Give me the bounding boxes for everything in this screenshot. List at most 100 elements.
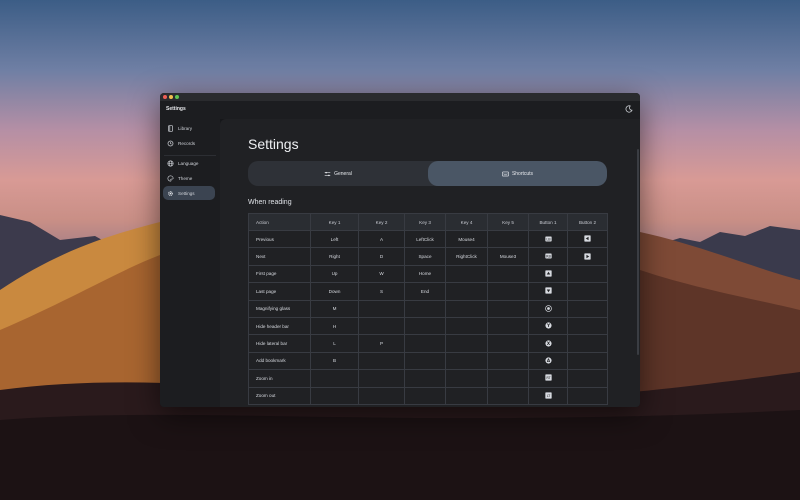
key-binding-cell[interactable]: [358, 351, 405, 371]
key-binding-cell[interactable]: Space: [404, 247, 446, 266]
key-binding-cell[interactable]: Down: [310, 282, 359, 301]
key-binding-cell[interactable]: D: [358, 247, 405, 266]
key-binding-cell[interactable]: [445, 386, 488, 405]
sidebar-item-theme[interactable]: Theme: [163, 171, 215, 185]
button-binding-cell[interactable]: [528, 299, 568, 318]
key-binding-cell[interactable]: [445, 299, 488, 318]
button-binding-cell[interactable]: [567, 229, 608, 249]
sidebar-item-settings[interactable]: Settings: [163, 186, 215, 200]
sidebar-item-records[interactable]: Records: [163, 136, 215, 150]
table-row: Magnifying glass M: [248, 299, 608, 318]
key-binding-cell[interactable]: Mouse3: [487, 247, 529, 266]
button-binding-cell[interactable]: [567, 334, 608, 353]
key-binding-cell[interactable]: [404, 369, 446, 388]
close-window-button[interactable]: [163, 95, 167, 99]
history-icon: [167, 140, 174, 147]
key-binding-cell[interactable]: W: [358, 264, 405, 284]
key-binding-cell[interactable]: [404, 351, 446, 371]
sidebar-item-label: Language: [178, 160, 199, 166]
key-binding-cell[interactable]: [310, 369, 359, 388]
button-binding-cell[interactable]: [528, 282, 568, 301]
key-binding-cell[interactable]: [487, 334, 529, 353]
shortcuts-table: Action Key 1 Key 2 Key 3 Key 4 Key 5 But…: [248, 213, 608, 405]
key-binding-cell[interactable]: L: [310, 334, 359, 353]
button-binding-cell[interactable]: [567, 351, 608, 371]
key-binding-cell[interactable]: M: [310, 299, 359, 318]
scrollbar[interactable]: [637, 149, 639, 355]
column-header: Key 2: [358, 213, 405, 231]
tab-shortcuts[interactable]: Shortcuts: [428, 161, 607, 186]
key-binding-cell[interactable]: [487, 299, 529, 318]
button-binding-cell[interactable]: [567, 247, 608, 266]
rb-button-icon: RB: [544, 253, 552, 260]
key-binding-cell[interactable]: Left: [310, 229, 359, 249]
key-binding-cell[interactable]: H: [310, 316, 359, 336]
key-binding-cell[interactable]: [404, 386, 446, 405]
key-binding-cell[interactable]: [487, 264, 529, 284]
key-binding-cell[interactable]: [445, 351, 488, 371]
key-binding-cell[interactable]: [487, 282, 529, 301]
minimize-window-button[interactable]: [169, 95, 173, 99]
action-cell: Next: [248, 247, 311, 266]
y-button-icon: Y: [544, 322, 552, 329]
key-binding-cell[interactable]: [445, 334, 488, 353]
button-binding-cell[interactable]: Y: [528, 316, 568, 336]
button-binding-cell[interactable]: RB: [528, 247, 568, 266]
key-binding-cell[interactable]: End: [404, 282, 446, 301]
key-binding-cell[interactable]: [404, 316, 446, 336]
button-binding-cell[interactable]: X: [528, 334, 568, 353]
dark-mode-toggle-icon[interactable]: [625, 105, 633, 113]
key-binding-cell[interactable]: [487, 316, 529, 336]
key-binding-cell[interactable]: [404, 299, 446, 318]
column-header: Button 2: [567, 213, 608, 231]
key-binding-cell[interactable]: [445, 369, 488, 388]
zoom-window-button[interactable]: [175, 95, 179, 99]
key-binding-cell[interactable]: P: [358, 334, 405, 353]
button-binding-cell[interactable]: RT: [528, 369, 568, 388]
button-binding-cell[interactable]: [567, 316, 608, 336]
sliders-icon: [324, 171, 331, 177]
key-binding-cell[interactable]: [358, 316, 405, 336]
button-binding-cell[interactable]: [567, 282, 608, 301]
button-binding-cell[interactable]: LT: [528, 386, 568, 405]
button-binding-cell[interactable]: [528, 264, 568, 284]
tab-general[interactable]: General: [248, 161, 428, 186]
key-binding-cell[interactable]: Right: [310, 247, 359, 266]
table-row: Last page Down S End: [248, 282, 608, 301]
key-binding-cell[interactable]: [445, 264, 488, 284]
key-binding-cell[interactable]: [487, 386, 529, 405]
app-window: Settings Library Records Language Theme …: [160, 93, 640, 407]
key-binding-cell[interactable]: RightClick: [445, 247, 488, 266]
button-binding-cell[interactable]: A: [528, 351, 568, 371]
key-binding-cell[interactable]: [445, 316, 488, 336]
key-binding-cell[interactable]: [310, 386, 359, 405]
key-binding-cell[interactable]: A: [358, 229, 405, 249]
key-binding-cell[interactable]: [358, 386, 405, 405]
key-binding-cell[interactable]: Home: [404, 264, 446, 284]
stick-press-icon: [544, 304, 552, 312]
key-binding-cell[interactable]: LeftClick: [404, 229, 446, 249]
key-binding-cell[interactable]: [445, 282, 488, 301]
key-binding-cell[interactable]: Mouse4: [445, 229, 488, 249]
key-binding-cell[interactable]: [487, 351, 529, 371]
key-binding-cell[interactable]: [358, 299, 405, 318]
key-binding-cell[interactable]: [487, 229, 529, 249]
key-binding-cell[interactable]: S: [358, 282, 405, 301]
column-header: Key 1: [310, 213, 359, 231]
button-binding-cell[interactable]: [567, 264, 608, 284]
key-binding-cell[interactable]: [358, 369, 405, 388]
button-binding-cell[interactable]: [567, 369, 608, 388]
key-binding-cell[interactable]: Up: [310, 264, 359, 284]
button-binding-cell[interactable]: LB: [528, 229, 568, 249]
dpad-left-icon: [584, 235, 591, 242]
key-binding-cell[interactable]: B: [310, 351, 359, 371]
key-binding-cell[interactable]: [404, 334, 446, 353]
action-cell: Last page: [248, 282, 311, 301]
button-binding-cell[interactable]: [567, 299, 608, 318]
section-title: When reading: [248, 199, 292, 206]
sidebar-item-library[interactable]: Library: [163, 121, 215, 135]
page-title: Settings: [248, 136, 299, 152]
button-binding-cell[interactable]: [567, 386, 608, 405]
key-binding-cell[interactable]: [487, 369, 529, 388]
sidebar-item-language[interactable]: Language: [163, 156, 215, 170]
